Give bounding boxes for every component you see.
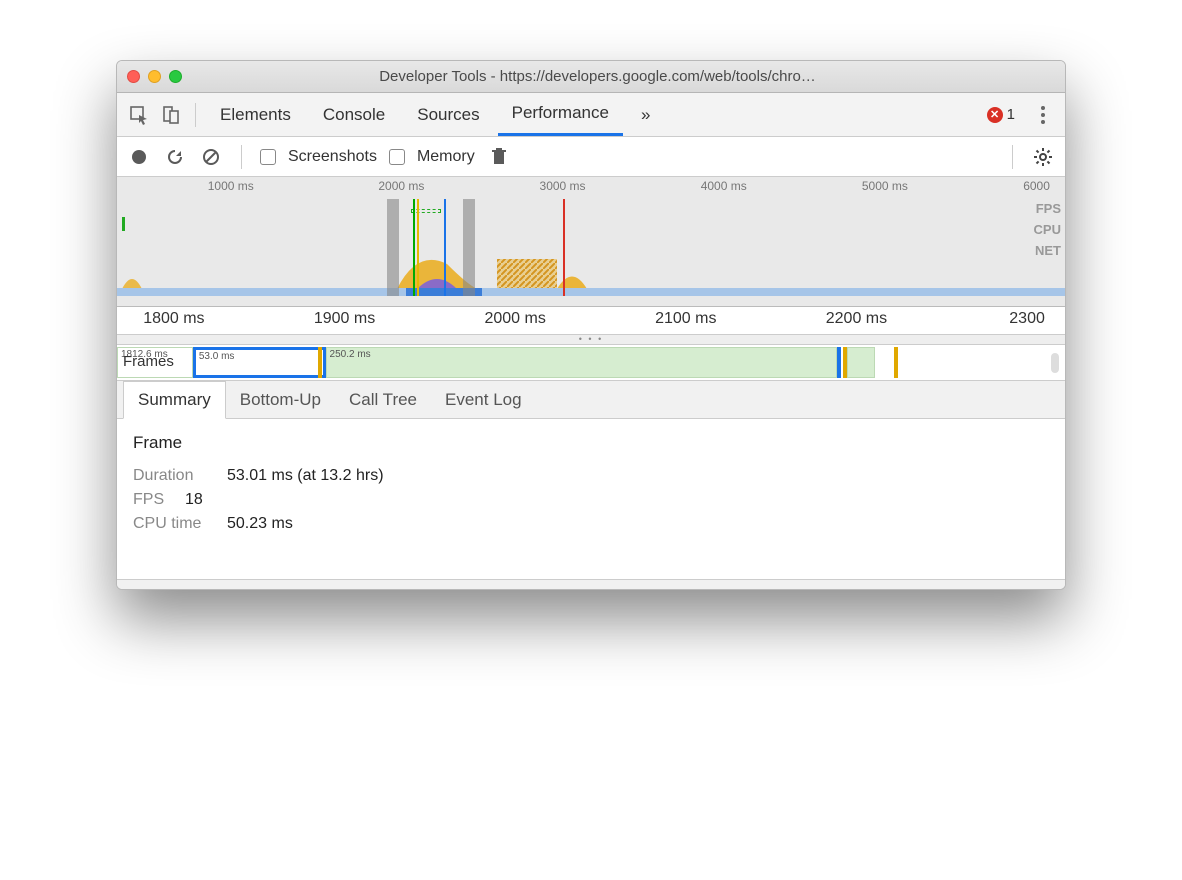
detail-tabs: Summary Bottom-Up Call Tree Event Log: [117, 381, 1065, 419]
summary-value: 50.23 ms: [227, 515, 293, 533]
overview-tick: 3000 ms: [540, 179, 586, 193]
selection-handle-left[interactable]: [387, 199, 399, 296]
minimize-window-button[interactable]: [148, 70, 161, 83]
cpu-chart: [117, 239, 1065, 294]
trash-icon[interactable]: [487, 145, 511, 169]
summary-value: 18: [185, 491, 203, 509]
settings-gear-icon[interactable]: [1031, 145, 1055, 169]
maximize-window-button[interactable]: [169, 70, 182, 83]
frame-block[interactable]: [847, 347, 875, 378]
clear-button[interactable]: [199, 145, 223, 169]
close-window-button[interactable]: [127, 70, 140, 83]
marker-line-green: [413, 199, 415, 296]
devtools-window: Developer Tools - https://developers.goo…: [116, 60, 1066, 590]
summary-key: Duration: [133, 467, 215, 485]
overview-canvas: [117, 199, 1065, 296]
detail-ruler[interactable]: 1800 ms 1900 ms 2000 ms 2100 ms 2200 ms …: [117, 307, 1065, 335]
titlebar: Developer Tools - https://developers.goo…: [117, 61, 1065, 93]
summary-key: CPU time: [133, 515, 215, 533]
error-icon: ✕: [987, 107, 1003, 123]
frames-track-label: Frames: [123, 353, 174, 370]
memory-label: Memory: [417, 148, 475, 166]
overview-tick: 1000 ms: [208, 179, 254, 193]
footer-bar: [117, 579, 1065, 589]
frames-track[interactable]: Frames 1812.6 ms 53.0 ms 250.2 ms: [117, 345, 1065, 381]
summary-row-cpu: CPU time 50.23 ms: [133, 515, 1049, 533]
error-count-badge[interactable]: ✕ 1: [987, 106, 1015, 123]
ruler-tick: 2200 ms: [826, 310, 887, 328]
fps-bar: [411, 209, 441, 213]
divider: [241, 145, 242, 169]
reload-button[interactable]: [163, 145, 187, 169]
summary-row-fps: FPS 18: [133, 491, 1049, 509]
fps-bar: [122, 217, 125, 231]
tab-summary[interactable]: Summary: [123, 381, 226, 419]
performance-toolbar: Screenshots Memory: [117, 137, 1065, 177]
tab-event-log[interactable]: Event Log: [431, 382, 536, 418]
frame-block-selected[interactable]: 53.0 ms: [193, 347, 326, 378]
ruler-tick: 1800 ms: [143, 310, 204, 328]
ruler-tick: 2300: [1009, 310, 1045, 328]
tab-console[interactable]: Console: [309, 93, 399, 136]
frame-marker: [837, 347, 841, 378]
device-toolbar-icon[interactable]: [157, 101, 185, 129]
summary-key: FPS: [133, 491, 173, 509]
summary-panel: Frame Duration 53.01 ms (at 13.2 hrs) FP…: [117, 419, 1065, 579]
memory-checkbox[interactable]: [389, 149, 405, 165]
tab-performance[interactable]: Performance: [498, 93, 623, 136]
frame-marker: [894, 347, 898, 378]
kebab-menu-icon[interactable]: [1029, 101, 1057, 129]
scrollbar-thumb[interactable]: [1051, 353, 1059, 373]
net-lane: [117, 288, 1065, 296]
summary-value: 53.01 ms (at 13.2 hrs): [227, 467, 384, 485]
overview-tick: 2000 ms: [378, 179, 424, 193]
frame-marker: [318, 347, 322, 378]
inspect-element-icon[interactable]: [125, 101, 153, 129]
ruler-tick: 1900 ms: [314, 310, 375, 328]
divider: [1012, 145, 1013, 169]
marker-line-blue: [444, 199, 446, 296]
tab-overflow[interactable]: »: [627, 93, 664, 136]
overview-tick: 6000: [1023, 179, 1050, 193]
collapse-handle[interactable]: • • •: [117, 335, 1065, 345]
overview-tick: 4000 ms: [701, 179, 747, 193]
tab-elements[interactable]: Elements: [206, 93, 305, 136]
tab-call-tree[interactable]: Call Tree: [335, 382, 431, 418]
overview-tick: 5000 ms: [862, 179, 908, 193]
selection-handle-right[interactable]: [463, 199, 475, 296]
frame-block[interactable]: 250.2 ms: [326, 347, 838, 378]
ruler-tick: 2100 ms: [655, 310, 716, 328]
ruler-tick: 2000 ms: [484, 310, 545, 328]
error-count: 1: [1007, 106, 1015, 123]
window-title: Developer Tools - https://developers.goo…: [190, 68, 1055, 85]
main-panel-tabs: Elements Console Sources Performance » ✕…: [117, 93, 1065, 137]
window-controls: [127, 70, 182, 83]
marker-line-yellow: [417, 199, 419, 296]
marker-line-red: [563, 199, 565, 296]
screenshots-checkbox[interactable]: [260, 149, 276, 165]
record-button[interactable]: [127, 145, 151, 169]
summary-row-duration: Duration 53.01 ms (at 13.2 hrs): [133, 467, 1049, 485]
screenshots-label: Screenshots: [288, 148, 377, 166]
overview-ticks: 1000 ms 2000 ms 3000 ms 4000 ms 5000 ms …: [117, 177, 1065, 199]
tab-sources[interactable]: Sources: [403, 93, 493, 136]
tab-bottom-up[interactable]: Bottom-Up: [226, 382, 335, 418]
summary-heading: Frame: [133, 433, 1049, 453]
overview-timeline[interactable]: 1000 ms 2000 ms 3000 ms 4000 ms 5000 ms …: [117, 177, 1065, 307]
divider: [195, 103, 196, 127]
